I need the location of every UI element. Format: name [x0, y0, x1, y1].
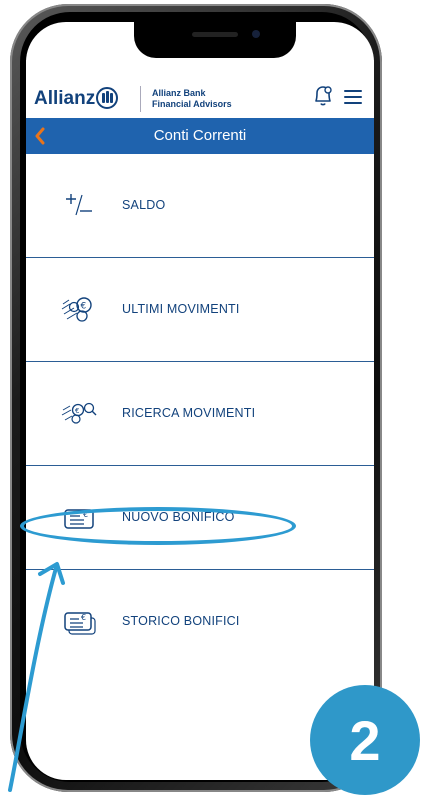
pointer-arrow-icon	[8, 562, 65, 792]
hamburger-menu-icon[interactable]	[344, 90, 362, 105]
allianz-logo-icon	[96, 87, 118, 109]
svg-text:€: €	[75, 407, 79, 415]
page-title: Conti Correnti	[153, 127, 247, 144]
plus-minus-icon	[66, 194, 92, 216]
coins-euro-icon: €	[61, 297, 92, 322]
menu-item-saldo[interactable]: SALDO	[26, 154, 374, 258]
title-bar: Conti Correnti	[26, 118, 374, 154]
bank-name-line1: Allianz Bank	[152, 88, 206, 98]
notch	[134, 22, 296, 58]
brand-name: Allianz	[34, 88, 96, 109]
speaker-grille	[192, 32, 238, 37]
menu-item-label: STORICO BONIFICI	[122, 614, 240, 628]
menu-item-label: ULTIMI MOVIMENTI	[122, 302, 240, 316]
menu-item-ricerca-movimenti[interactable]: € RICERCA MOVIMENTI	[26, 362, 374, 466]
bank-name-line2: Financial Advisors	[152, 99, 232, 109]
logo-separator	[140, 86, 141, 112]
menu-item-label: RICERCA MOVIMENTI	[122, 406, 256, 420]
coins-search-icon: €	[61, 402, 97, 424]
svg-text:€: €	[81, 302, 87, 312]
front-camera	[252, 30, 260, 38]
bell-icon[interactable]	[312, 84, 334, 108]
menu-item-label: SALDO	[122, 198, 166, 212]
app-header: Allianz Allianz Bank Financial Advisors	[26, 60, 374, 118]
menu-item-ultimi-movimenti[interactable]: € ULTIMI MOVIMENTI	[26, 258, 374, 362]
step-number-badge: 2	[310, 685, 420, 795]
